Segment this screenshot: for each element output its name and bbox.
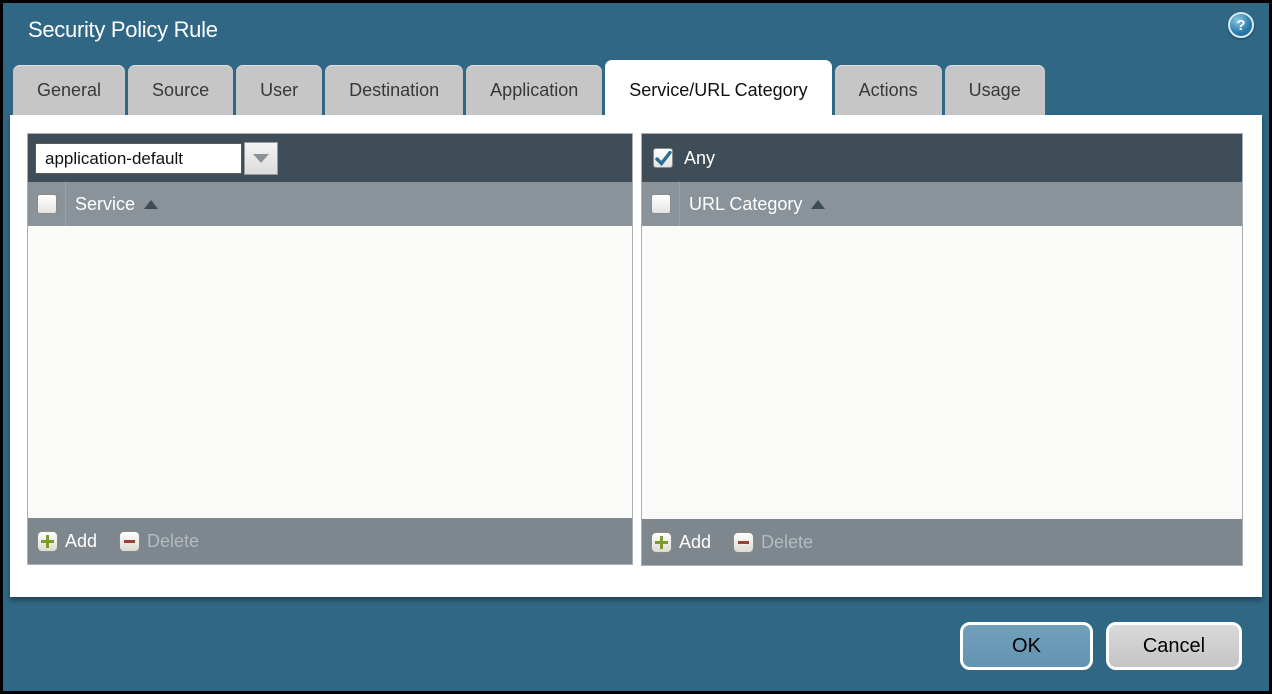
minus-icon	[119, 531, 140, 552]
service-add-label: Add	[65, 531, 97, 552]
plus-icon	[37, 531, 58, 552]
tab-user[interactable]: User	[236, 65, 322, 115]
url-category-select-all-cell	[642, 182, 680, 226]
tab-content: application-default Service Add	[10, 115, 1262, 597]
service-type-dropdown[interactable]: application-default	[35, 143, 242, 174]
tab-general[interactable]: General	[13, 65, 125, 115]
tab-usage[interactable]: Usage	[945, 65, 1045, 115]
url-category-select-all-checkbox[interactable]	[651, 194, 671, 214]
any-label: Any	[684, 148, 715, 169]
service-column-header[interactable]: Service	[75, 194, 135, 215]
url-category-column-header-row: URL Category	[642, 182, 1242, 226]
sort-ascending-icon	[144, 200, 158, 209]
dialog-title: Security Policy Rule	[28, 17, 218, 43]
service-panel: application-default Service Add	[27, 133, 633, 565]
service-type-combo: application-default	[35, 142, 278, 175]
tab-actions[interactable]: Actions	[835, 65, 942, 115]
service-column-header-row: Service	[28, 182, 632, 226]
service-panel-toolbar: application-default	[28, 134, 632, 182]
tab-destination[interactable]: Destination	[325, 65, 463, 115]
service-select-all-cell	[28, 182, 66, 226]
tab-service-url-category[interactable]: Service/URL Category	[605, 60, 831, 120]
url-category-add-label: Add	[679, 532, 711, 553]
checkmark-icon	[655, 151, 672, 166]
security-policy-rule-dialog: Security Policy Rule ? General Source Us…	[0, 0, 1272, 694]
service-select-all-checkbox[interactable]	[37, 194, 57, 214]
service-delete-button[interactable]: Delete	[119, 531, 199, 552]
service-type-dropdown-button[interactable]	[244, 142, 278, 175]
any-checkbox[interactable]	[653, 148, 673, 168]
service-list	[28, 226, 632, 518]
url-category-delete-button[interactable]: Delete	[733, 532, 813, 553]
help-icon[interactable]: ?	[1228, 12, 1254, 38]
service-delete-label: Delete	[147, 531, 199, 552]
url-category-add-button[interactable]: Add	[651, 532, 711, 553]
url-category-panel: Any URL Category Add Delete	[641, 133, 1243, 566]
tab-source[interactable]: Source	[128, 65, 233, 115]
sort-ascending-icon	[811, 200, 825, 209]
url-category-column-header[interactable]: URL Category	[689, 194, 802, 215]
cancel-button[interactable]: Cancel	[1106, 622, 1242, 670]
ok-button[interactable]: OK	[960, 622, 1093, 670]
any-option: Any	[653, 148, 715, 169]
tab-application[interactable]: Application	[466, 65, 602, 115]
service-panel-footer: Add Delete	[28, 518, 632, 564]
url-category-panel-toolbar: Any	[642, 134, 1242, 182]
service-add-button[interactable]: Add	[37, 531, 97, 552]
url-category-delete-label: Delete	[761, 532, 813, 553]
url-category-list	[642, 226, 1242, 519]
tab-bar: General Source User Destination Applicat…	[13, 65, 1045, 120]
url-category-panel-footer: Add Delete	[642, 519, 1242, 565]
chevron-down-icon	[253, 154, 269, 163]
plus-icon	[651, 532, 672, 553]
minus-icon	[733, 532, 754, 553]
